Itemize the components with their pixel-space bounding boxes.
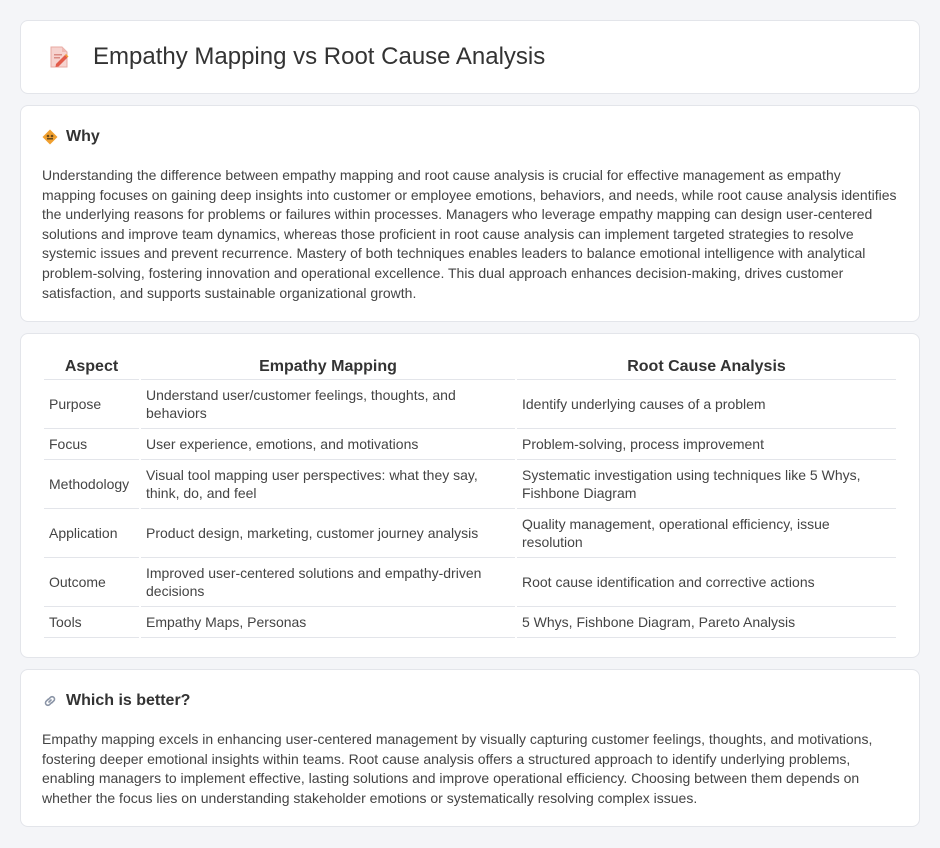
cell-aspect: Tools <box>44 607 139 638</box>
cell-empathy: Visual tool mapping user perspectives: w… <box>141 460 515 509</box>
cell-empathy: Improved user-centered solutions and emp… <box>141 558 515 607</box>
which-text: Empathy mapping excels in enhancing user… <box>42 731 873 806</box>
why-text: Understanding the difference between emp… <box>42 167 897 301</box>
page-title: Empathy Mapping vs Root Cause Analysis <box>93 43 546 70</box>
link-icon <box>42 693 58 709</box>
which-section: Which is better? Empathy mapping excels … <box>20 669 920 827</box>
cell-aspect: Outcome <box>44 558 139 607</box>
cell-rca: Problem-solving, process improvement <box>517 429 896 460</box>
header-root-cause-analysis: Root Cause Analysis <box>517 354 896 380</box>
cell-rca: Identify underlying causes of a problem <box>517 380 896 429</box>
cell-rca: Root cause identification and corrective… <box>517 558 896 607</box>
table-row: Outcome Improved user-centered solutions… <box>44 558 896 607</box>
table-row: Tools Empathy Maps, Personas 5 Whys, Fis… <box>44 607 896 638</box>
cell-empathy: Product design, marketing, customer jour… <box>141 509 515 558</box>
header-empathy-mapping: Empathy Mapping <box>141 354 515 380</box>
why-section: Why Understanding the difference between… <box>20 105 920 322</box>
cell-aspect: Application <box>44 509 139 558</box>
table-header-row: Aspect Empathy Mapping Root Cause Analys… <box>44 354 896 380</box>
diamond-signpost-icon <box>42 129 58 145</box>
why-title: Why <box>66 128 100 145</box>
cell-rca: 5 Whys, Fishbone Diagram, Pareto Analysi… <box>517 607 896 638</box>
table-row: Methodology Visual tool mapping user per… <box>44 460 896 509</box>
document-pencil-icon <box>47 45 71 69</box>
header-aspect: Aspect <box>44 354 139 380</box>
cell-empathy: Empathy Maps, Personas <box>141 607 515 638</box>
table-row: Focus User experience, emotions, and mot… <box>44 429 896 460</box>
why-heading: Why <box>42 128 898 146</box>
comparison-table: Aspect Empathy Mapping Root Cause Analys… <box>42 354 898 638</box>
cell-empathy: User experience, emotions, and motivatio… <box>141 429 515 460</box>
table-row: Application Product design, marketing, c… <box>44 509 896 558</box>
cell-aspect: Methodology <box>44 460 139 509</box>
header-card: Empathy Mapping vs Root Cause Analysis <box>20 20 920 94</box>
which-heading: Which is better? <box>42 692 898 710</box>
comparison-table-card: Aspect Empathy Mapping Root Cause Analys… <box>20 333 920 658</box>
cell-rca: Systematic investigation using technique… <box>517 460 896 509</box>
cell-aspect: Focus <box>44 429 139 460</box>
cell-rca: Quality management, operational efficien… <box>517 509 896 558</box>
cell-empathy: Understand user/customer feelings, thoug… <box>141 380 515 429</box>
which-title: Which is better? <box>66 692 191 709</box>
cell-aspect: Purpose <box>44 380 139 429</box>
table-row: Purpose Understand user/customer feeling… <box>44 380 896 429</box>
